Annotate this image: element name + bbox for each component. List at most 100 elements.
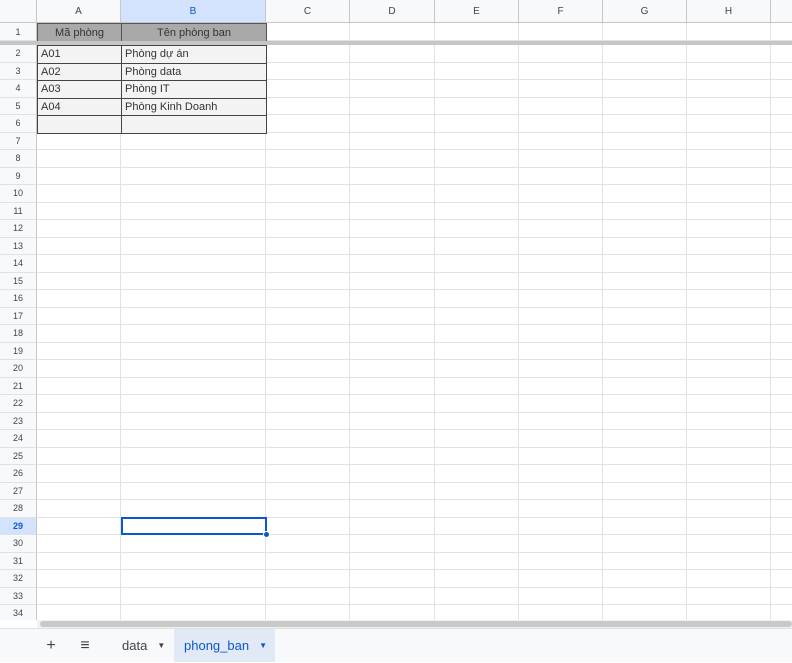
row-header-13[interactable]: 13 <box>0 237 37 255</box>
row-header-33[interactable]: 33 <box>0 587 37 605</box>
row-gridline <box>37 149 792 150</box>
row-gridline <box>37 271 792 273</box>
row-gridline <box>37 446 792 448</box>
row-header-22[interactable]: 22 <box>0 395 37 413</box>
column-gridline <box>434 23 435 620</box>
add-sheet-button[interactable]: + <box>38 629 64 663</box>
table-cell[interactable]: Phòng IT <box>121 80 267 99</box>
row-gridline <box>37 551 792 553</box>
table-cell[interactable] <box>121 115 267 134</box>
table-cell[interactable]: Phòng data <box>121 62 267 81</box>
table-cell[interactable] <box>37 115 122 134</box>
column-header-F[interactable]: F <box>519 0 603 23</box>
row-gridline <box>37 184 792 185</box>
row-header-9[interactable]: 9 <box>0 167 37 185</box>
column-gridline <box>349 23 350 620</box>
all-sheets-menu-button[interactable]: ≡ <box>72 629 98 663</box>
column-header-next[interactable] <box>771 0 792 23</box>
row-header-18[interactable]: 18 <box>0 325 37 343</box>
row-header-8[interactable]: 8 <box>0 150 37 168</box>
sheet-tab-phong-ban[interactable]: phong_ban ▼ <box>174 629 275 662</box>
table-cell[interactable]: A01 <box>37 45 122 64</box>
row-header-27[interactable]: 27 <box>0 482 37 500</box>
row-gridline <box>37 219 792 220</box>
header-cell-A[interactable]: Mã phòng <box>37 23 122 42</box>
row-gridline <box>37 236 792 238</box>
row-header-6[interactable]: 6 <box>0 115 37 133</box>
row-header-21[interactable]: 21 <box>0 377 37 395</box>
row-header-34[interactable]: 34 <box>0 605 37 620</box>
active-cell-selection <box>121 517 267 535</box>
table-cell[interactable]: Phòng Kinh Doanh <box>121 97 267 116</box>
row-gridline <box>37 376 792 378</box>
row-header-4[interactable]: 4 <box>0 80 37 98</box>
row-gridline <box>37 411 792 413</box>
row-header-23[interactable]: 23 <box>0 412 37 430</box>
row-gridline <box>37 289 792 290</box>
row-header-20[interactable]: 20 <box>0 360 37 378</box>
column-header-E[interactable]: E <box>435 0 519 23</box>
row-gridline <box>37 341 792 343</box>
row-gridline <box>37 201 792 203</box>
column-header-H[interactable]: H <box>687 0 771 23</box>
row-gridline <box>37 359 792 360</box>
row-header-15[interactable]: 15 <box>0 272 37 290</box>
sheet-tab-data[interactable]: data ▼ <box>112 629 175 662</box>
row-header-10[interactable]: 10 <box>0 185 37 203</box>
row-gridline <box>37 464 792 465</box>
row-header-7[interactable]: 7 <box>0 132 37 150</box>
row-header-5[interactable]: 5 <box>0 97 37 115</box>
row-header-2[interactable]: 2 <box>0 45 37 63</box>
frozen-row-divider[interactable] <box>0 41 792 45</box>
row-gridline <box>37 394 792 395</box>
scrollbar-thumb[interactable] <box>40 621 792 627</box>
row-header-3[interactable]: 3 <box>0 62 37 80</box>
row-header-26[interactable]: 26 <box>0 465 37 483</box>
row-header-1[interactable]: 1 <box>0 23 37 41</box>
caret-down-icon[interactable]: ▼ <box>157 641 165 650</box>
row-gridline <box>37 499 792 500</box>
row-header-31[interactable]: 31 <box>0 552 37 570</box>
row-header-12[interactable]: 12 <box>0 220 37 238</box>
tab-label: data <box>122 638 148 653</box>
column-header-B[interactable]: B <box>121 0 266 23</box>
spreadsheet-grid[interactable]: A B C D E F G H 1 2 3 4 5 6 7 8 9 10 11 12 13 14 15 16 17 18 19 20 2… <box>0 0 792 620</box>
row-gridline <box>37 324 792 325</box>
select-all-corner[interactable] <box>0 0 37 23</box>
row-header-29[interactable]: 29 <box>0 517 37 535</box>
table-cell[interactable]: A02 <box>37 62 122 81</box>
row-header-11[interactable]: 11 <box>0 202 37 220</box>
table-cell[interactable]: A04 <box>37 97 122 116</box>
row-gridline <box>37 166 792 168</box>
row-header-24[interactable]: 24 <box>0 430 37 448</box>
row-header-30[interactable]: 30 <box>0 535 37 553</box>
row-header-16[interactable]: 16 <box>0 290 37 308</box>
column-gridline <box>686 23 687 620</box>
table-cell[interactable]: A03 <box>37 80 122 99</box>
row-gridline <box>37 481 792 483</box>
column-header-G[interactable]: G <box>603 0 687 23</box>
table-cell[interactable]: Phòng dự án <box>121 45 267 64</box>
column-header-C[interactable]: C <box>266 0 350 23</box>
row-gridline <box>37 569 792 570</box>
row-gridline <box>37 254 792 255</box>
column-header-D[interactable]: D <box>350 0 435 23</box>
column-gridline <box>770 23 771 620</box>
row-header-28[interactable]: 28 <box>0 500 37 518</box>
row-gridline <box>37 586 792 588</box>
column-gridline <box>602 23 603 620</box>
row-header-17[interactable]: 17 <box>0 307 37 325</box>
column-header-A[interactable]: A <box>37 0 121 23</box>
row-header-19[interactable]: 19 <box>0 342 37 360</box>
row-header-32[interactable]: 32 <box>0 570 37 588</box>
row-header-14[interactable]: 14 <box>0 255 37 273</box>
fill-handle[interactable] <box>263 531 270 538</box>
header-cell-B[interactable]: Tên phòng ban <box>121 23 267 42</box>
tab-label: phong_ban <box>184 638 250 653</box>
caret-down-icon[interactable]: ▼ <box>259 641 267 650</box>
row-gridline <box>37 604 792 605</box>
sheet-tab-bar: + ≡ data ▼ phong_ban ▼ <box>0 628 792 662</box>
row-gridline <box>37 429 792 430</box>
column-gridline <box>518 23 519 620</box>
row-header-25[interactable]: 25 <box>0 447 37 465</box>
